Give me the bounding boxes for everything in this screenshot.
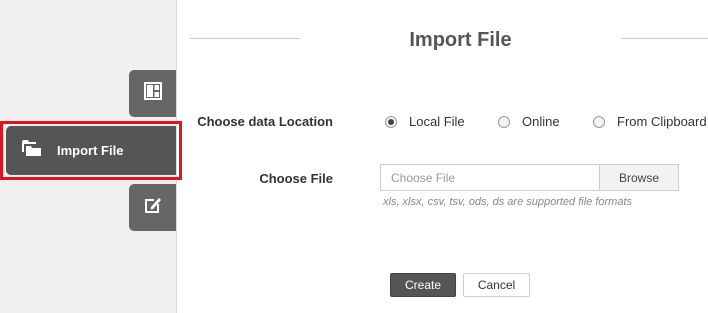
browse-button[interactable]: Browse [599, 164, 679, 191]
title-divider-right [621, 38, 708, 39]
sidebar-tab-layout[interactable] [129, 70, 176, 117]
folders-icon [21, 139, 43, 162]
supported-formats-hint: xls, xlsx, csv, tsv, ods, ds are support… [383, 196, 633, 208]
radio-selected-indicator[interactable] [385, 115, 397, 128]
location-label: Choose data Location [197, 114, 333, 129]
layout-icon [143, 82, 162, 105]
radio-from-clipboard[interactable]: From Clipboard [593, 114, 707, 129]
edit-icon [144, 196, 162, 219]
radio-online[interactable]: Online [498, 114, 560, 129]
radio-indicator[interactable] [498, 115, 510, 128]
sidebar-tab-edit[interactable] [129, 184, 176, 231]
radio-indicator[interactable] [593, 115, 605, 128]
page-title: Import File [409, 29, 512, 51]
cancel-button[interactable]: Cancel [463, 273, 530, 297]
create-button[interactable]: Create [390, 273, 456, 297]
sidebar-tab-import-file[interactable]: Import File [6, 126, 176, 175]
radio-label: Online [522, 114, 560, 129]
choose-file-label: Choose File [259, 171, 333, 186]
radio-label: Local File [409, 114, 465, 129]
sidebar-tab-label: Import File [57, 143, 124, 158]
radio-label: From Clipboard [617, 114, 707, 129]
radio-local-file[interactable]: Local File [385, 114, 465, 129]
title-divider-left [190, 38, 300, 39]
file-path-input[interactable] [380, 164, 599, 191]
